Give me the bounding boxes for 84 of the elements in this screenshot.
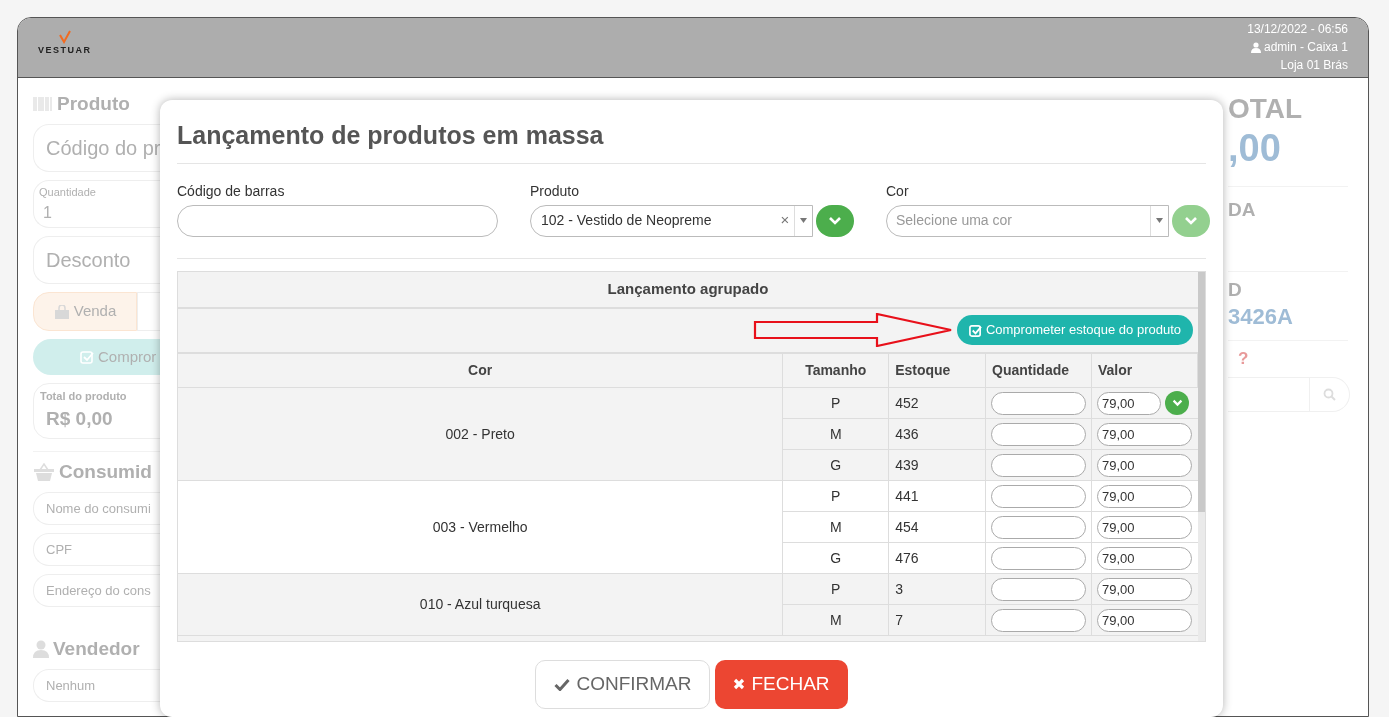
table-cell: 436: [888, 418, 986, 450]
table-cell: 3: [888, 573, 986, 605]
table-cell: G: [782, 542, 889, 574]
table-cell: 010 - Azul turquesa: [178, 573, 783, 636]
table-title: Lançamento agrupado: [178, 271, 1198, 309]
table-cell: 7: [888, 604, 986, 636]
store-name: Loja 01 Brás: [1280, 57, 1348, 74]
section-title: Vendedor: [53, 636, 140, 661]
quantity-input[interactable]: [991, 608, 1086, 632]
total-label: Total do produto: [40, 389, 128, 404]
quantity-input[interactable]: [991, 422, 1086, 446]
section-title: DA: [1228, 198, 1257, 222]
dropdown-button[interactable]: [816, 204, 854, 237]
chevron-down-icon: [1184, 215, 1198, 226]
user-info: admin - Caixa 1: [1263, 39, 1348, 56]
table-cell: 452: [888, 387, 986, 419]
code-value: 3426A: [1228, 303, 1294, 331]
value-input[interactable]: 79,00: [1097, 422, 1192, 446]
table-cell: 002 - Preto: [178, 387, 783, 481]
table-cell: M: [782, 604, 889, 636]
value-input[interactable]: 79,00: [1097, 391, 1161, 415]
basket-icon: [33, 463, 55, 481]
barcode-input[interactable]: [177, 204, 498, 237]
scrollbar[interactable]: [1198, 271, 1205, 641]
table-cell: 003 - Vermelho: [178, 480, 783, 574]
caret-down-icon: [800, 218, 807, 223]
clear-button[interactable]: ×: [776, 209, 794, 232]
field-label: Produto: [530, 181, 581, 199]
quantity-input[interactable]: [991, 577, 1086, 601]
table-cell: M: [782, 511, 889, 543]
total-value: R$ 0,00: [45, 406, 114, 431]
table-cell: G: [782, 449, 889, 481]
user-icon: [1250, 41, 1261, 53]
quantity-input[interactable]: [991, 515, 1086, 539]
value-input[interactable]: 79,00: [1097, 546, 1192, 570]
column-header: Valor: [1091, 353, 1198, 388]
chevron-down-icon: [828, 215, 842, 226]
sale-tab[interactable]: Venda: [33, 292, 137, 331]
section-title: D: [1228, 278, 1243, 302]
logo-check-icon: [57, 30, 72, 44]
close-button[interactable]: FECHAR: [715, 659, 848, 709]
section-title: Consumid: [59, 459, 152, 484]
quantity-input[interactable]: [991, 546, 1086, 570]
shopping-bag-icon: [53, 304, 70, 319]
table-cell: P: [782, 573, 889, 605]
search-icon: [1323, 388, 1336, 401]
total-amount: ,00: [1228, 126, 1282, 170]
date-time: 13/12/2022 - 06:56: [1247, 21, 1348, 38]
modal-title: Lançamento de produtos em massa: [177, 100, 1206, 164]
user-icon: [33, 640, 49, 658]
value-input[interactable]: 79,00: [1097, 608, 1192, 632]
value-input[interactable]: 79,00: [1097, 453, 1192, 477]
checkbox-icon: [80, 350, 94, 364]
column-header: Quantidade: [985, 353, 1092, 388]
commit-stock-button[interactable]: Comprometer estoque do produto: [956, 315, 1193, 345]
confirm-row-button[interactable]: [1165, 391, 1189, 415]
field-label: Cor: [886, 181, 910, 199]
table-cell: P: [782, 480, 889, 512]
value-input[interactable]: 79,00: [1097, 515, 1192, 539]
section-title: Produto: [57, 91, 130, 116]
table-cell: 439: [888, 449, 986, 481]
field-label: Código de barras: [177, 181, 286, 199]
table-cell: 441: [888, 480, 986, 512]
table-cell: 454: [888, 511, 986, 543]
chevron-down-icon: [1171, 399, 1183, 407]
check-icon: [554, 677, 571, 691]
caret-down-icon: [1156, 218, 1163, 223]
column-header: Cor: [178, 353, 783, 388]
value-input[interactable]: 79,00: [1097, 577, 1192, 601]
close-icon: [733, 678, 746, 690]
table-cell: M: [782, 418, 889, 450]
total-title: OTAL: [1228, 92, 1304, 126]
confirm-button[interactable]: CONFIRMAR: [535, 659, 711, 709]
help-mark: ?: [1237, 348, 1250, 370]
quantity-input[interactable]: [991, 484, 1086, 508]
table-cell: 476: [888, 542, 986, 574]
quantity-input[interactable]: [991, 453, 1086, 477]
logo-text: VESTUAR: [38, 44, 92, 57]
quantity-input[interactable]: [991, 391, 1086, 415]
column-header: Tamanho: [782, 353, 889, 388]
checkbox-icon: [968, 323, 982, 337]
column-header: Estoque: [888, 353, 986, 388]
table-cell: P: [782, 387, 889, 419]
value-input[interactable]: 79,00: [1097, 484, 1192, 508]
